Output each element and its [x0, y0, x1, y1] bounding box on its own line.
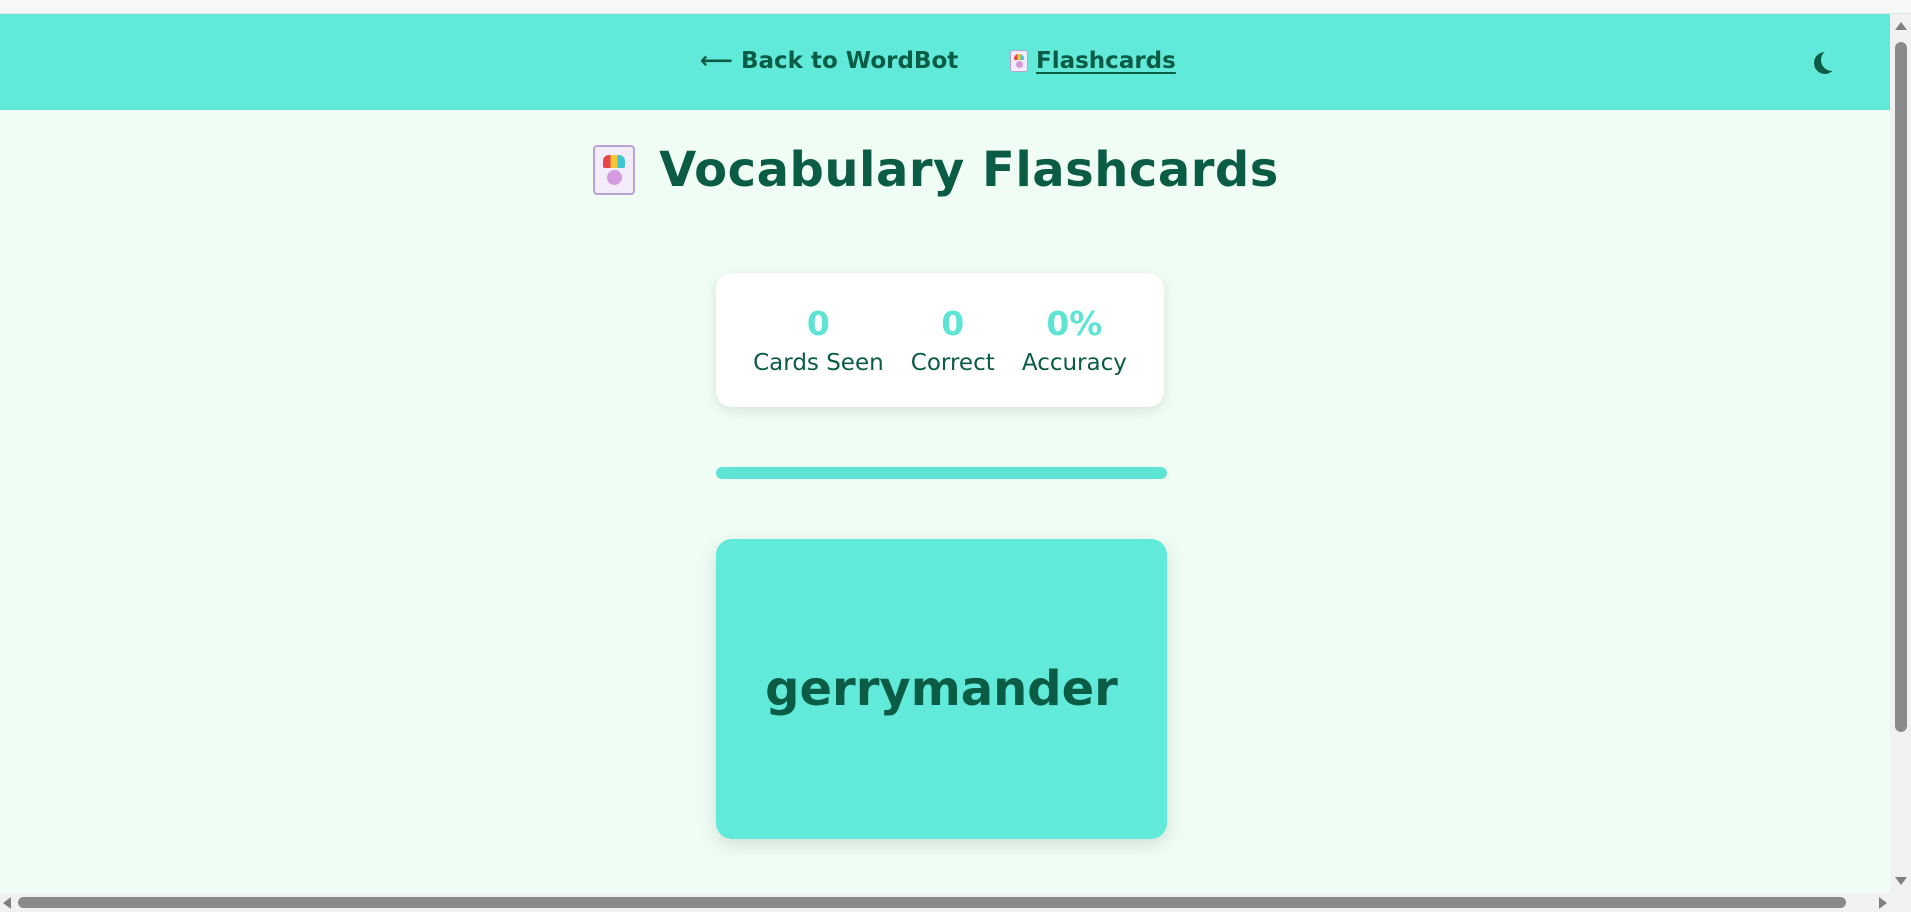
- stat-value: 0: [941, 304, 965, 344]
- stat-cards-seen: 0 Cards Seen: [753, 304, 884, 376]
- stat-label: Correct: [910, 349, 995, 376]
- stat-label: Cards Seen: [753, 349, 884, 376]
- vertical-scroll-thumb[interactable]: [1895, 42, 1907, 732]
- back-to-wordbot-link[interactable]: ⟵ Back to WordBot: [700, 48, 958, 74]
- vertical-scrollbar[interactable]: [1890, 14, 1911, 893]
- scrollbar-corner: [1890, 893, 1911, 912]
- browser-top-edge: [0, 0, 1911, 14]
- flashcard[interactable]: gerrymander: [716, 539, 1167, 839]
- stat-label: Accuracy: [1021, 349, 1127, 376]
- stat-correct: 0 Correct: [911, 304, 995, 376]
- flashcard-icon: [593, 145, 636, 195]
- stat-value: 0: [806, 304, 830, 344]
- moon-icon: [1814, 52, 1836, 74]
- page-title: Vocabulary Flashcards: [0, 142, 1890, 198]
- stat-accuracy: 0% Accuracy: [1022, 304, 1127, 376]
- scroll-down-arrow-icon[interactable]: [1895, 877, 1907, 885]
- flashcard-icon: [1010, 50, 1028, 72]
- scroll-right-arrow-icon[interactable]: [1879, 897, 1887, 909]
- flashcards-link-label: Flashcards: [1036, 48, 1176, 74]
- page-viewport: ⟵ Back to WordBot Flashcards Vocabulary …: [0, 14, 1890, 893]
- stats-panel: 0 Cards Seen 0 Correct 0% Accuracy: [716, 273, 1164, 407]
- horizontal-scrollbar[interactable]: [0, 893, 1890, 912]
- flashcard-word: gerrymander: [765, 661, 1118, 717]
- theme-toggle-button[interactable]: [1812, 50, 1838, 76]
- scroll-up-arrow-icon[interactable]: [1895, 22, 1907, 30]
- scroll-left-arrow-icon[interactable]: [3, 897, 11, 909]
- back-link-label: Back to WordBot: [740, 48, 959, 74]
- progress-fill: [716, 467, 1167, 479]
- stat-value: 0%: [1046, 304, 1103, 344]
- page-heading: Vocabulary Flashcards: [659, 142, 1279, 198]
- top-navbar: ⟵ Back to WordBot Flashcards: [0, 14, 1890, 110]
- progress-bar: [716, 467, 1167, 479]
- horizontal-scroll-thumb[interactable]: [18, 897, 1846, 908]
- arrow-left-icon: ⟵: [700, 48, 733, 74]
- flashcards-nav-link[interactable]: Flashcards: [1010, 48, 1176, 74]
